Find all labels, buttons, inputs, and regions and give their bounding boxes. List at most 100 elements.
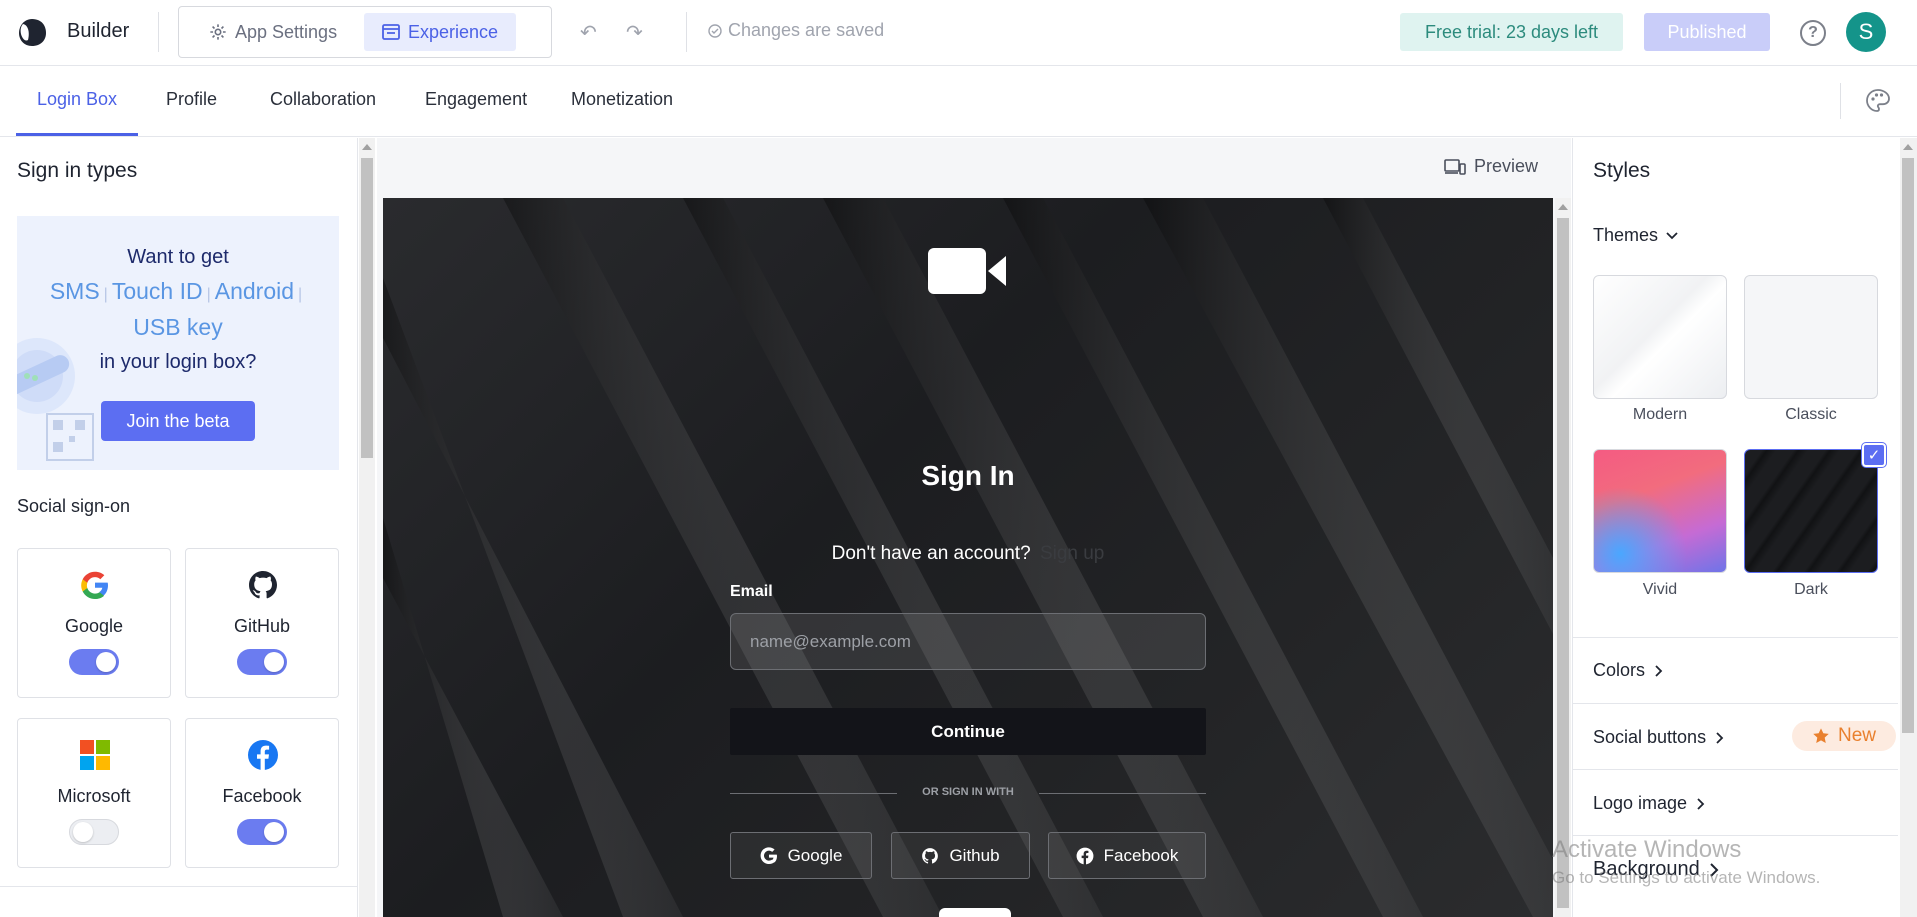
no-account-row: Don't have an account? Sign up [383,543,1553,565]
scroll-up-arrow[interactable] [362,144,372,150]
provider-label: Facebook [222,786,302,806]
tab-login-box[interactable]: Login Box [37,89,117,110]
google-icon [81,571,108,599]
social-buttons-section[interactable]: Social buttons [1593,727,1724,748]
right-scrollbar[interactable] [1900,138,1917,917]
social-signon-title: Social sign-on [17,496,131,516]
provider-card-google[interactable]: Google [17,548,171,698]
github-icon [249,571,277,599]
star-icon [1813,728,1829,744]
scroll-thumb[interactable] [1557,218,1569,908]
divider [158,12,159,52]
divider [686,12,687,52]
redo-icon[interactable]: ↷ [626,20,650,44]
continue-button[interactable]: Continue [730,708,1206,755]
new-badge: New [1792,721,1896,751]
undo-icon[interactable]: ↶ [580,20,604,44]
experience-label: Experience [408,21,499,42]
divider [1573,769,1898,770]
logo-image-section[interactable]: Logo image [1593,793,1705,814]
theme-label: Dark [1794,581,1828,598]
trial-badge[interactable]: Free trial: 23 days left [1400,13,1623,51]
tab-monetization[interactable]: Monetization [571,89,673,110]
experience-button[interactable]: Experience [364,13,517,51]
panel-title: Sign in types [17,159,138,182]
active-tab-indicator [16,133,138,136]
preview-label: Preview [1473,156,1538,176]
chevron-right-icon [1716,731,1724,744]
provider-label: Google [64,616,124,636]
microsoft-icon [80,740,110,770]
save-status: Changes are saved [708,20,884,41]
provider-card-github[interactable]: GitHub [185,548,339,698]
divider [1840,83,1841,119]
layout-icon [382,24,400,40]
app-settings-button[interactable]: App Settings [191,13,355,51]
mode-switch: App Settings Experience [178,6,552,58]
scroll-up-arrow[interactable] [1558,204,1568,210]
join-beta-button[interactable]: Join the beta [101,401,255,441]
provider-label: GitHub [233,616,291,636]
tab-profile[interactable]: Profile [166,89,217,110]
theme-label: Vivid [1642,581,1678,598]
email-label: Email [730,583,773,600]
provider-card-microsoft[interactable]: Microsoft [17,718,171,868]
toggle-knob [96,652,116,672]
theme-modern[interactable] [1593,275,1727,399]
colors-section[interactable]: Colors [1593,660,1663,681]
signup-link[interactable]: Sign up [1040,543,1104,564]
github-signin-button[interactable]: Github [891,832,1030,879]
theme-label: Classic [1785,406,1837,423]
scroll-up-arrow[interactable] [1903,144,1913,150]
preview-button[interactable]: Preview [1444,156,1538,177]
app-settings-label: App Settings [235,21,338,42]
or-sign-in-text: OR SIGN IN WITH [922,786,1014,798]
avatar[interactable]: S [1846,12,1886,52]
left-scrollbar[interactable] [359,138,375,917]
panel-title: Styles [1593,159,1651,182]
microsoft-toggle[interactable] [69,819,119,845]
promo-options-row: SMS | Touch ID | Android | [17,278,339,305]
themes-toggle[interactable]: Themes [1593,225,1678,246]
device-icon [1444,158,1466,175]
app-name: Builder [67,20,130,42]
no-account-text: Don't have an account? [831,543,1031,564]
theme-vivid[interactable] [1593,449,1727,573]
help-icon[interactable]: ? [1800,20,1826,46]
theme-dark[interactable] [1744,449,1878,573]
provider-card-facebook[interactable]: Facebook [185,718,339,868]
divider [0,886,357,887]
email-input[interactable] [730,613,1206,670]
palette-icon[interactable] [1864,87,1892,115]
published-button[interactable]: Published [1644,13,1770,51]
divider [1573,703,1898,704]
bottom-element [939,908,1011,917]
tab-collaboration[interactable]: Collaboration [270,89,376,110]
new-badge-label: New [1837,725,1876,746]
login-box-preview: Sign In Don't have an account? Sign up E… [383,198,1553,917]
themes-label: Themes [1593,225,1659,245]
theme-classic[interactable] [1744,275,1878,399]
chevron-right-icon [1655,664,1663,677]
section-label: Social buttons [1593,727,1707,747]
theme-label: Modern [1632,406,1688,423]
github-toggle[interactable] [237,649,287,675]
google-signin-button[interactable]: Google [730,832,872,879]
tab-engagement[interactable]: Engagement [425,89,527,110]
facebook-signin-button[interactable]: Facebook [1048,832,1206,879]
scroll-thumb[interactable] [361,158,373,458]
check-circle-icon [708,23,722,38]
toggle-knob [264,822,284,842]
promo-heading: Want to get [127,246,229,268]
selected-check-icon: ✓ [1862,443,1886,467]
github-icon [922,847,939,863]
promo-option-android: Android [214,278,295,304]
left-panel: Sign in types Want to get SMS | Touch ID | A… [0,138,358,917]
facebook-icon [248,740,278,770]
scroll-thumb[interactable] [1902,158,1914,733]
preview-scrollbar[interactable] [1555,198,1571,917]
facebook-toggle[interactable] [237,819,287,845]
google-toggle[interactable] [69,649,119,675]
divider [1573,637,1898,638]
beta-promo-card: Want to get SMS | Touch ID | Android | USB ke… [17,216,339,470]
